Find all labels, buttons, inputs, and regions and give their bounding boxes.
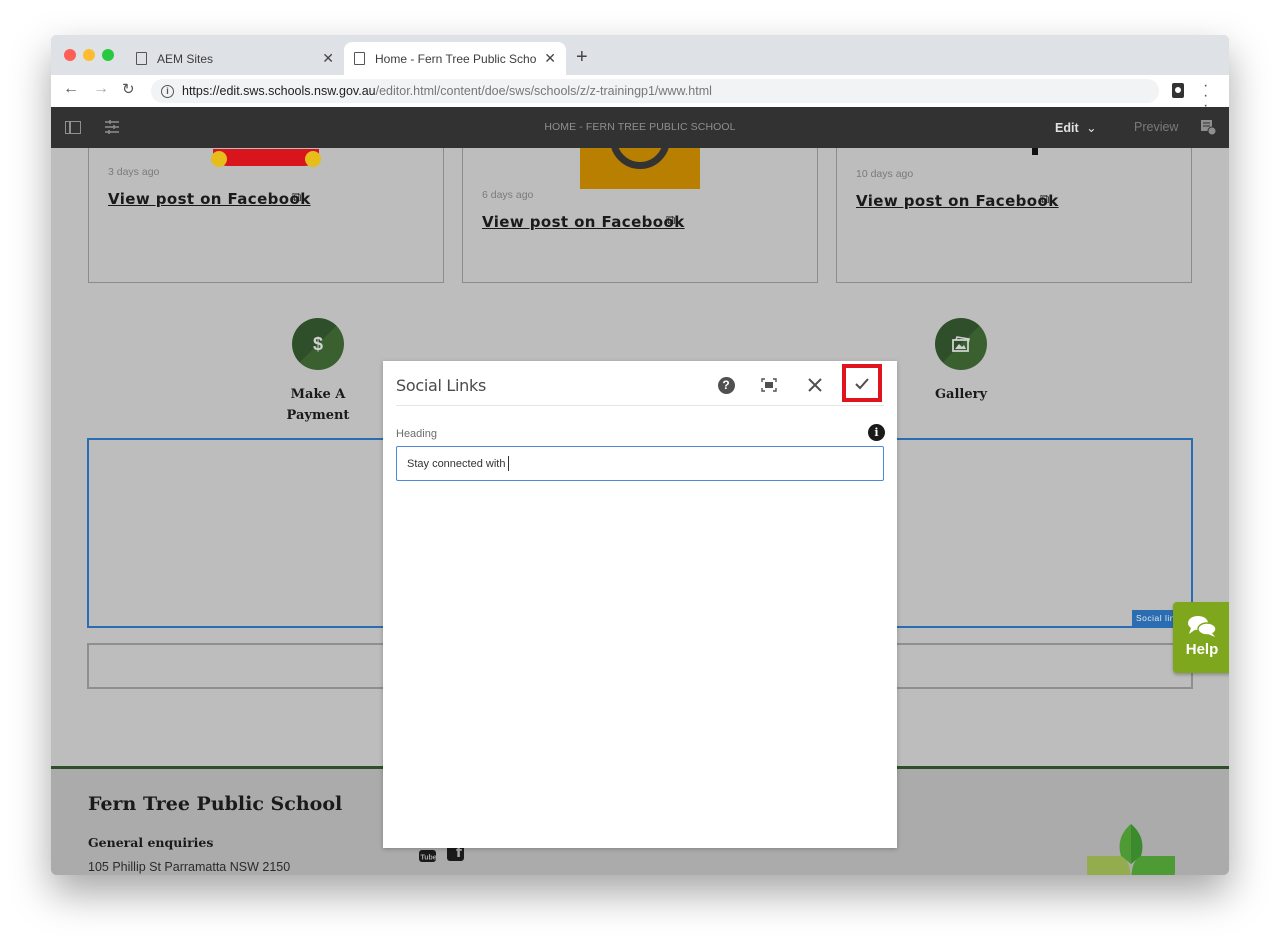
dialog-help-button[interactable]: ? [714, 373, 738, 397]
info-icon[interactable]: i [868, 424, 885, 441]
browser-window: AEM Sites ✕ Home - Fern Tree Public Scho… [51, 35, 1229, 875]
footer-school-name: Fern Tree Public School [88, 793, 343, 815]
dialog-header-divider [396, 405, 884, 406]
post-age: 3 days ago [108, 166, 160, 178]
address-bar[interactable]: i https://edit.sws.schools.nsw.gov.au/ed… [151, 79, 1159, 103]
view-post-link[interactable]: View post on Facebook [482, 213, 685, 231]
url-host: https://edit.sws.schools.nsw.gov.au [182, 84, 376, 98]
enquiries-heading: General enquiries [88, 835, 214, 850]
tab-home-fern-tree[interactable]: Home - Fern Tree Public Schoo ✕ [344, 42, 566, 75]
tab-aem-sites[interactable]: AEM Sites ✕ [126, 42, 344, 75]
dollar-icon[interactable]: $ [292, 318, 344, 370]
zoom-window-button[interactable] [102, 49, 114, 61]
heading-input-value: Stay connected with [407, 457, 506, 470]
mode-label: Edit [1055, 121, 1079, 135]
preview-button[interactable]: Preview [1134, 120, 1178, 134]
close-icon [808, 378, 822, 392]
gallery-icon[interactable] [935, 318, 987, 370]
mode-selector[interactable]: Edit ⌄ [1055, 120, 1097, 135]
external-link-icon: ⧉ [292, 189, 302, 204]
aem-editor-bar: HOME - FERN TREE PUBLIC SCHOOL Edit ⌄ Pr… [51, 107, 1229, 148]
new-tab-button[interactable]: + [576, 46, 588, 69]
minimize-window-button[interactable] [83, 49, 95, 61]
page-icon [354, 52, 365, 65]
chat-bubbles-icon [1188, 616, 1217, 637]
post-age: 10 days ago [856, 168, 914, 180]
chevron-down-icon: ⌄ [1086, 121, 1097, 135]
tab-title: Home - Fern Tree Public Schoo [375, 51, 537, 66]
done-button[interactable] [842, 364, 882, 402]
site-info-icon[interactable]: i [161, 84, 174, 98]
checkmark-icon [855, 377, 869, 389]
reload-button[interactable]: ↻ [122, 80, 135, 98]
quick-link-gallery[interactable]: Gallery [901, 384, 1021, 405]
page-content: 3 days ago View post on Facebook ⧉ 6 day… [51, 148, 1229, 875]
help-label: Help [1185, 641, 1219, 658]
tab-strip: AEM Sites ✕ Home - Fern Tree Public Scho… [51, 35, 1229, 75]
school-logo-plant [1087, 824, 1175, 875]
quick-link-label: Gallery [934, 387, 988, 402]
browser-toolbar: ← → ↻ i https://edit.sws.schools.nsw.gov… [51, 75, 1229, 114]
help-icon: ? [717, 376, 735, 394]
facebook-post-card: 6 days ago View post on Facebook ⧉ [462, 148, 818, 283]
post-image [1032, 148, 1038, 155]
post-image [211, 149, 321, 167]
annotations-icon[interactable] [1200, 119, 1216, 135]
forward-button[interactable]: → [93, 80, 109, 98]
view-post-link[interactable]: View post on Facebook [108, 190, 311, 208]
close-window-button[interactable] [64, 49, 76, 61]
heading-field-label: Heading [396, 428, 437, 440]
text-caret [508, 456, 510, 471]
page-icon [136, 52, 147, 65]
facebook-post-card: 10 days ago View post on Facebook ⧉ [836, 148, 1192, 283]
tab-close-icon[interactable]: ✕ [322, 50, 334, 67]
extension-badge-icon[interactable] [1172, 83, 1184, 98]
aem-page-title: HOME - FERN TREE PUBLIC SCHOOL [544, 121, 736, 133]
help-button[interactable]: Help [1173, 602, 1229, 673]
tab-close-icon[interactable]: ✕ [544, 50, 556, 67]
external-link-icon: ⧉ [666, 212, 676, 227]
quick-link-make-a-payment[interactable]: Make A Payment [258, 384, 378, 426]
quick-link-label: Make A [290, 387, 346, 402]
quick-link-label: Payment [286, 408, 350, 423]
heading-input[interactable]: Stay connected with [396, 446, 884, 481]
tab-title: AEM Sites [157, 51, 214, 66]
svg-text:Tube: Tube [421, 855, 437, 862]
external-link-icon: ⧉ [1040, 191, 1050, 206]
fullscreen-button[interactable] [757, 373, 781, 397]
facebook-post-card: 3 days ago View post on Facebook ⧉ [88, 148, 444, 283]
cancel-button[interactable] [803, 373, 827, 397]
post-image [580, 148, 700, 189]
url-path: /editor.html/content/doe/sws/schools/z/z… [375, 84, 712, 98]
dialog-title: Social Links [396, 376, 487, 395]
back-button[interactable]: ← [63, 80, 79, 98]
footer-address: 105 Phillip St Parramatta NSW 2150 [88, 860, 291, 874]
social-links-dialog: Social Links ? Heading i Stay connected … [383, 361, 897, 848]
view-post-link[interactable]: View post on Facebook [856, 192, 1059, 210]
fullscreen-icon [761, 378, 777, 392]
post-age: 6 days ago [482, 189, 534, 201]
